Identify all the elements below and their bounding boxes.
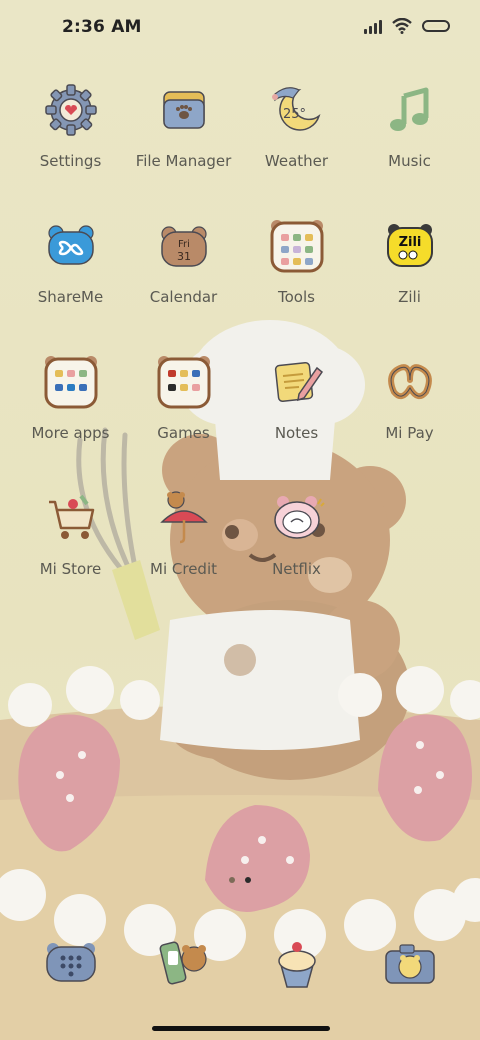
page-dot[interactable] xyxy=(229,877,235,883)
calendar-day: Fri xyxy=(178,239,190,250)
app-games[interactable]: Games xyxy=(127,346,240,482)
umbrella-bear-icon xyxy=(154,488,214,548)
app-label: Games xyxy=(157,424,210,442)
app-label: Settings xyxy=(39,152,102,170)
shopping-cart-icon xyxy=(41,488,101,548)
app-music[interactable]: Music xyxy=(353,74,466,210)
app-label: ShareMe xyxy=(37,288,104,306)
battery-icon xyxy=(422,20,450,32)
music-note-icon xyxy=(380,80,440,140)
app-mi-credit[interactable]: Mi Credit xyxy=(127,482,240,618)
app-more-apps[interactable]: More apps xyxy=(14,346,127,482)
app-grid: Settings File Manager 25° Weather Music … xyxy=(0,74,480,618)
dock-browser[interactable] xyxy=(240,928,353,998)
app-label: Mi Store xyxy=(39,560,102,578)
app-calendar[interactable]: Fri 31 Calendar xyxy=(127,210,240,346)
page-dot-active[interactable] xyxy=(245,877,251,883)
app-label: File Manager xyxy=(135,152,232,170)
app-label: Notes xyxy=(274,424,319,442)
netflix-pig-icon xyxy=(267,488,327,548)
pretzel-icon xyxy=(380,352,440,412)
status-bar: 2:36 AM xyxy=(0,0,480,56)
app-label: Netflix xyxy=(272,560,321,578)
app-label: Zili xyxy=(398,288,421,306)
shareme-infinity-icon xyxy=(41,216,101,276)
messages-phone-icon xyxy=(154,933,214,993)
app-tools[interactable]: Tools xyxy=(240,210,353,346)
app-file-manager[interactable]: File Manager xyxy=(127,74,240,210)
app-label: Weather xyxy=(264,152,329,170)
notes-pencil-icon xyxy=(267,352,327,412)
folder-icon xyxy=(154,80,214,140)
wifi-icon xyxy=(392,18,412,34)
app-label: Mi Pay xyxy=(385,424,434,442)
camera-bear-icon xyxy=(380,933,440,993)
app-label: Calendar xyxy=(149,288,218,306)
status-time: 2:36 AM xyxy=(62,17,142,37)
cellular-signal-icon xyxy=(364,19,382,34)
app-label: Music xyxy=(388,152,431,170)
app-mi-store[interactable]: Mi Store xyxy=(14,482,127,618)
app-settings[interactable]: Settings xyxy=(14,74,127,210)
app-label: Tools xyxy=(278,288,315,306)
page-indicator xyxy=(0,877,480,883)
cupcake-browser-icon xyxy=(267,933,327,993)
zili-icon: Zili xyxy=(380,216,440,276)
app-mi-pay[interactable]: Mi Pay xyxy=(353,346,466,482)
app-notes[interactable]: Notes xyxy=(240,346,353,482)
app-shareme[interactable]: ShareMe xyxy=(14,210,127,346)
app-weather[interactable]: 25° Weather xyxy=(240,74,353,210)
dock-camera[interactable] xyxy=(353,928,466,998)
zili-text: Zili xyxy=(398,235,421,250)
calendar-bear-icon: Fri 31 xyxy=(154,216,214,276)
phone-dialpad-icon xyxy=(41,933,101,993)
app-zili[interactable]: Zili Zili xyxy=(353,210,466,346)
dock xyxy=(0,928,480,998)
dock-messages[interactable] xyxy=(127,928,240,998)
settings-gear-icon xyxy=(41,80,101,140)
games-folder-icon xyxy=(154,352,214,412)
weather-moon-icon: 25° xyxy=(267,80,327,140)
more-apps-folder-icon xyxy=(41,352,101,412)
app-label: Mi Credit xyxy=(150,560,217,578)
dock-phone[interactable] xyxy=(14,928,127,998)
home-indicator-bar[interactable] xyxy=(152,1026,330,1031)
calendar-date: 31 xyxy=(177,250,191,263)
app-label: More apps xyxy=(31,424,110,442)
tools-folder-icon xyxy=(267,216,327,276)
app-netflix[interactable]: Netflix xyxy=(240,482,353,618)
weather-temp: 25° xyxy=(283,107,306,122)
